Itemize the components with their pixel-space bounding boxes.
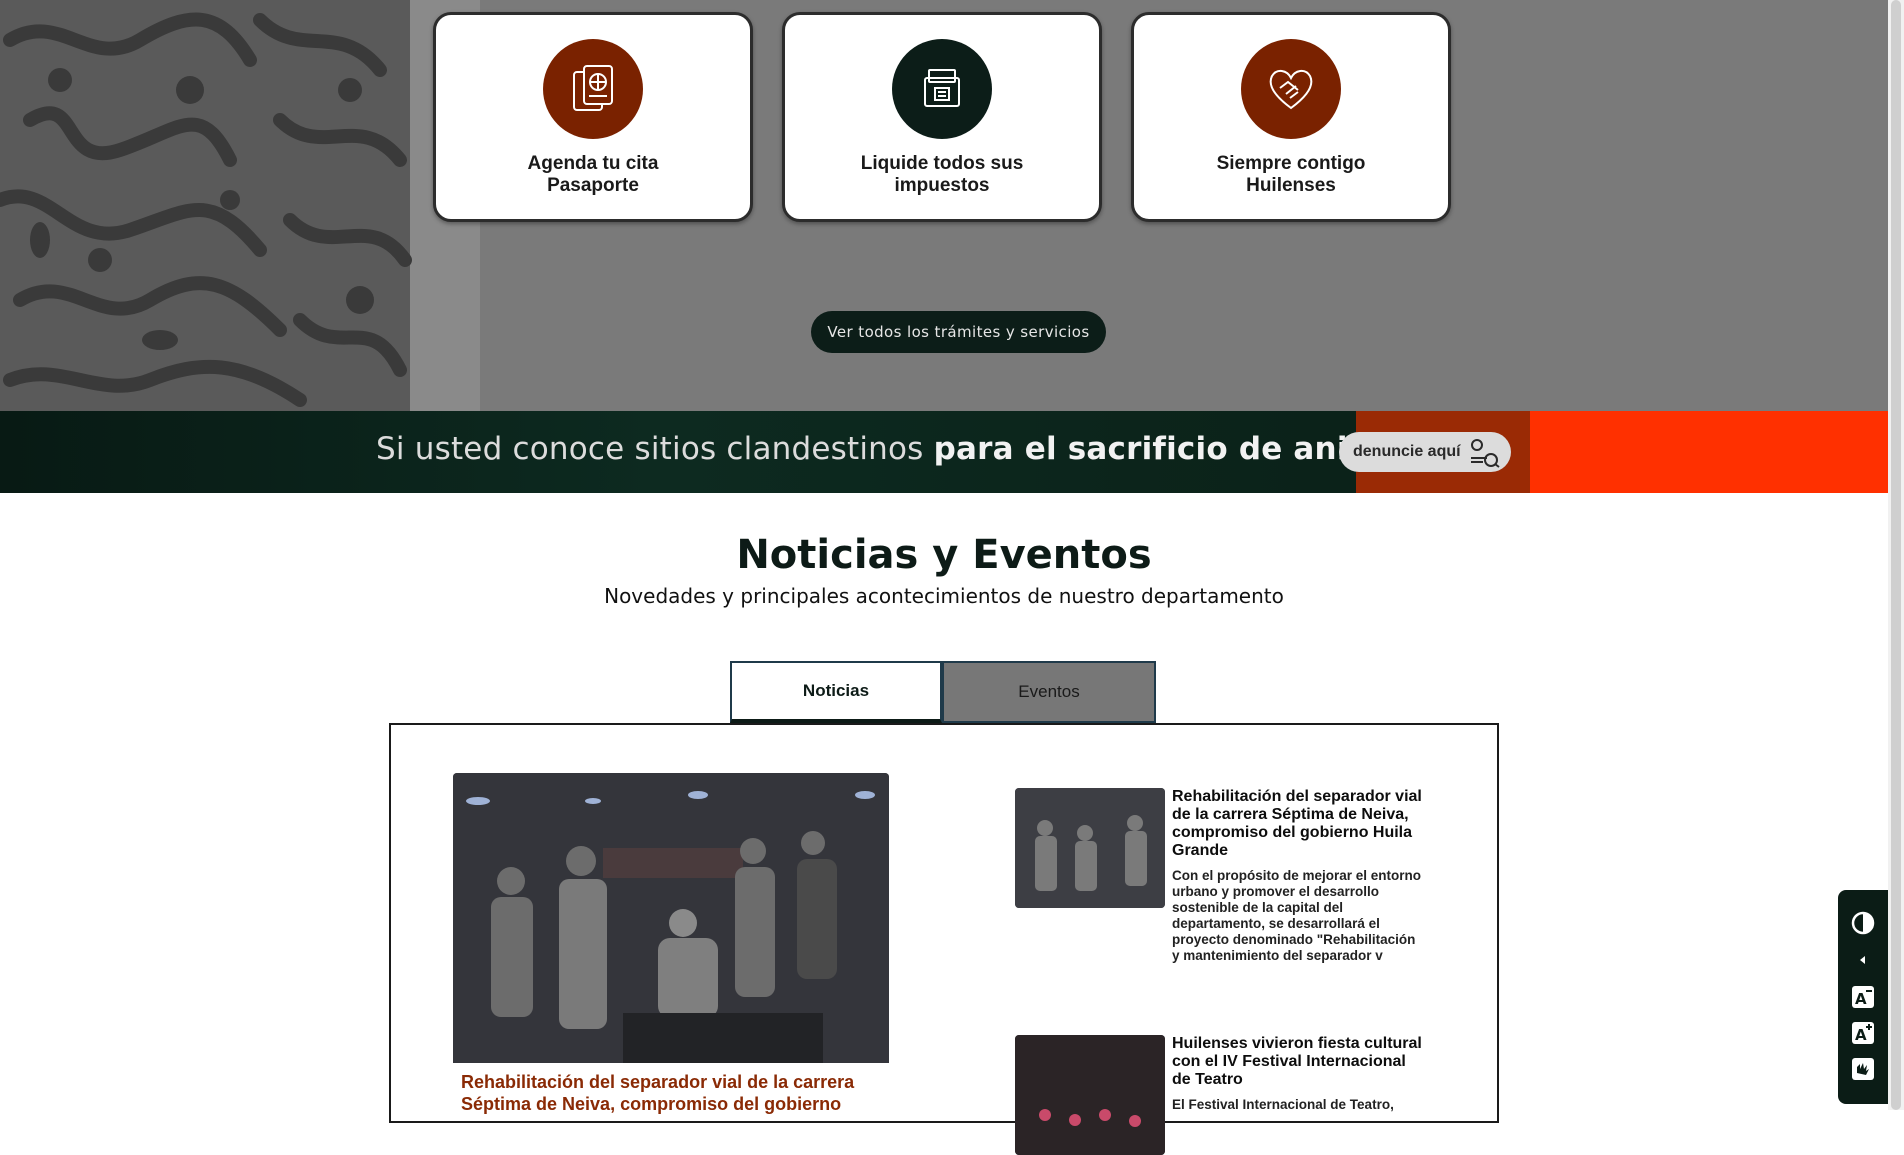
services-section: Agenda tu cita Pasaporte Liquide todos s…	[0, 0, 1888, 411]
news-thumbnail	[1015, 788, 1165, 908]
tax-folder-icon	[892, 39, 992, 139]
news-item-summary: Con el propósito de mejorar el entorno u…	[1172, 868, 1422, 963]
banner-text-light: Si usted conoce sitios clandestinos	[376, 431, 924, 467]
heart-handshake-icon	[1241, 39, 1341, 139]
report-here-label: denuncie aquí	[1353, 443, 1461, 460]
card-title-line2: impuestos	[894, 175, 990, 196]
news-section-subtitle: Novedades y principales acontecimientos …	[604, 584, 1284, 608]
service-card-huilenses[interactable]: Siempre contigo Huilenses	[1131, 12, 1451, 222]
animal-report-banner[interactable]: Si usted conoce sitios clandestinos para…	[0, 411, 1888, 493]
news-item-summary: El Festival Internacional de Teatro,	[1172, 1097, 1394, 1112]
contrast-icon[interactable]	[1850, 910, 1876, 936]
font-decrease-icon[interactable]: A	[1850, 984, 1876, 1010]
news-item-title: Rehabilitación del separador vial de la …	[1172, 788, 1422, 859]
tab-eventos[interactable]: Eventos	[942, 661, 1156, 723]
banner-text: Si usted conoce sitios clandestinos para…	[376, 431, 1452, 467]
sign-language-icon[interactable]	[1850, 1056, 1876, 1082]
card-title-line2: Huilenses	[1246, 175, 1336, 196]
svg-text:A: A	[1855, 1026, 1867, 1044]
news-thumbnail	[1015, 1035, 1165, 1155]
service-card-impuestos[interactable]: Liquide todos sus impuestos	[782, 12, 1102, 222]
collapse-icon[interactable]	[1850, 947, 1876, 973]
main-news-photo[interactable]	[453, 773, 889, 1063]
photo-scene	[453, 773, 889, 1063]
main-news-headline[interactable]: Rehabilitación del separador vial de la …	[461, 1071, 891, 1115]
tab-noticias[interactable]: Noticias	[730, 661, 942, 723]
card-title-line1: Siempre contigo	[1216, 153, 1366, 174]
svg-text:A: A	[1855, 990, 1867, 1008]
news-tabs: Noticias Eventos	[730, 661, 1156, 724]
accessibility-toolbar: A A	[1838, 890, 1888, 1104]
decorative-pattern	[0, 0, 480, 411]
passport-icon	[543, 39, 643, 139]
card-title-line2: Pasaporte	[547, 175, 639, 196]
card-title-line1: Liquide todos sus	[860, 153, 1024, 174]
card-title-line1: Agenda tu cita	[527, 153, 659, 174]
service-card-pasaporte[interactable]: Agenda tu cita Pasaporte	[433, 12, 753, 222]
scrollbar-thumb[interactable]	[1891, 0, 1901, 1110]
view-all-services-button[interactable]: Ver todos los trámites y servicios	[811, 311, 1106, 353]
news-section-title: Noticias y Eventos	[736, 532, 1152, 578]
font-increase-icon[interactable]: A	[1850, 1020, 1876, 1046]
news-item-title: Huilenses vivieron fiesta cultural con e…	[1172, 1035, 1422, 1088]
report-icon	[1471, 439, 1500, 468]
report-here-button[interactable]: denuncie aquí	[1339, 432, 1511, 472]
banner-accent-red	[1530, 411, 1888, 493]
